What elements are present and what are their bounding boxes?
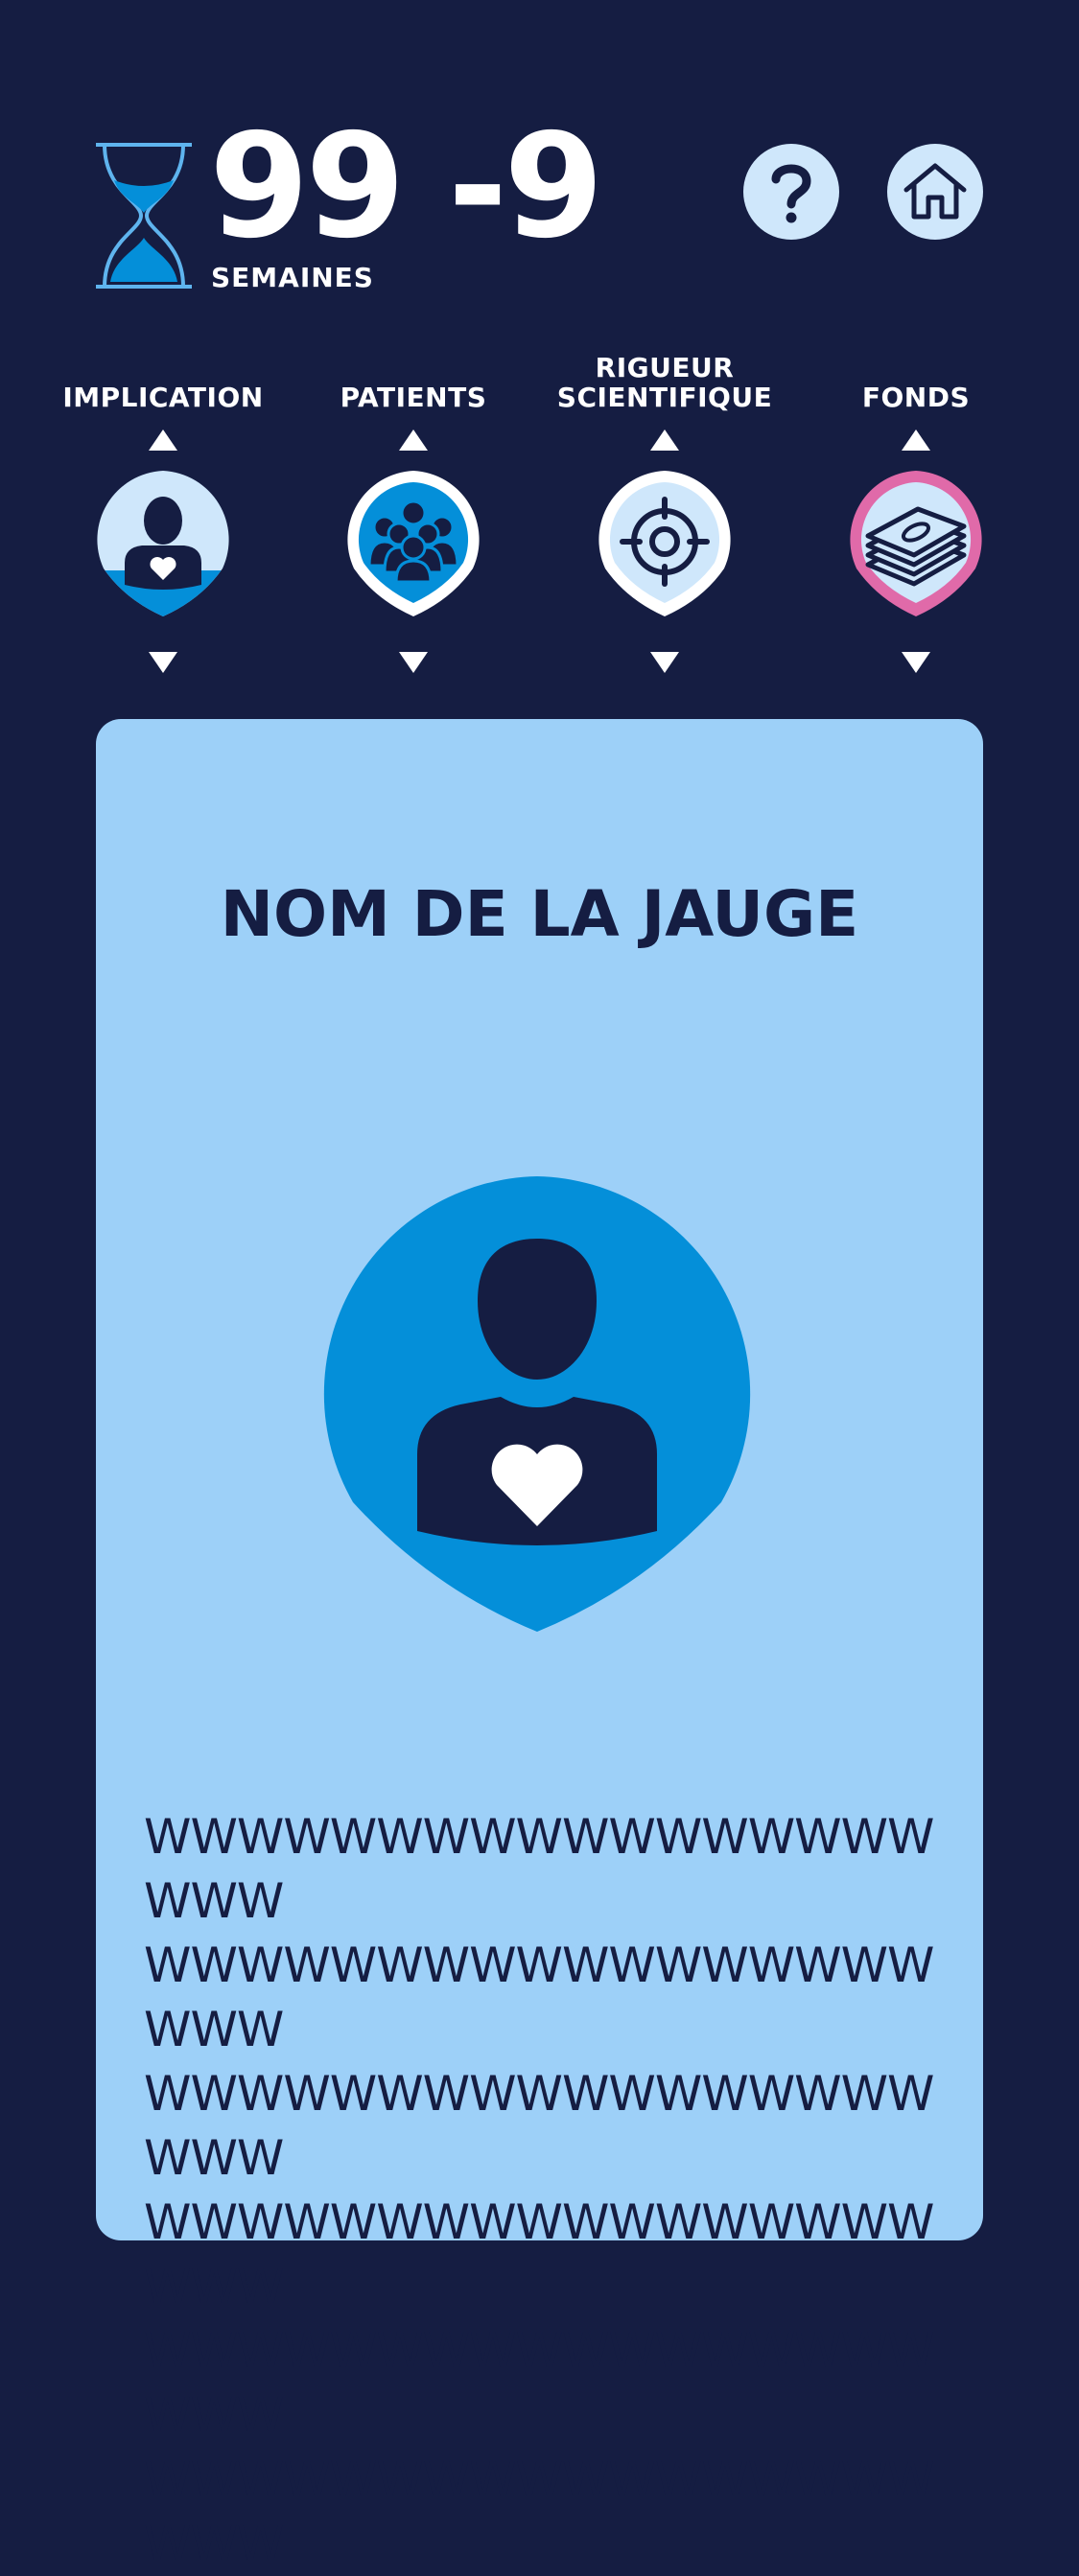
help-button[interactable] [743,144,839,240]
card-description: WWWWWWWWWWWWWWWWWWWW WWWWWWWWWWWWWWWWWWW… [144,1805,940,2576]
gauge-rigueur-scientifique[interactable]: RIGUEUR SCIENTIFIQUE [540,345,789,690]
group-icon [347,471,480,616]
gauge-patients[interactable]: PATIENTS [289,345,538,690]
card-text-line: WWWWWWWWWWWWWWWWWWWW [144,1809,934,1929]
gauge-increase-arrow [902,429,930,451]
card-text-line: WWWWWWWWWWWWWWWWWWWW [144,2451,934,2571]
question-icon [771,164,811,223]
money-stack-icon [850,471,982,616]
weeks-label: SEMAINES [211,262,374,293]
target-icon [598,471,731,616]
gauge-increase-arrow [399,429,428,451]
card-title: NOM DE LA JAUGE [220,877,859,951]
gauge-label: IMPLICATION [62,382,264,413]
gauge-increase-arrow [650,429,679,451]
home-icon [903,163,967,220]
gauge-detail-card: NOM DE LA JAUGE WWWWWWWWWWWWWWWWWWWW WWW… [96,719,983,2571]
card-text-line: WWWWWWWWWWWWWWWWWWWW [144,1938,934,2057]
hourglass-icon [96,143,192,289]
gauge-decrease-arrow [399,652,428,673]
gauge-label: RIGUEUR SCIENTIFIQUE [556,352,773,413]
card-text-line: WWWWWWWWWWWWWWWWWWWW [144,2194,934,2314]
card-text-line: WWWWWWWWWWWWWWWWWWWW [144,2066,934,2186]
gauge-fonds[interactable]: FONDS [791,345,1041,690]
gauge-decrease-arrow [149,652,177,673]
gauge-increase-arrow [149,429,177,451]
person-heart-icon [323,1176,751,1632]
gauge-decrease-arrow [650,652,679,673]
card-text-line: WWWWWWWWWWWWWWWWWWWW [144,2323,934,2443]
person-heart-icon [97,471,229,616]
gauge-label: FONDS [861,382,971,413]
home-button[interactable] [887,144,983,240]
weeks-remaining-count: 99 -9 [209,104,604,270]
gauge-decrease-arrow [902,652,930,673]
gauge-label: PATIENTS [340,382,487,413]
gauge-implication[interactable]: IMPLICATION [38,345,288,690]
